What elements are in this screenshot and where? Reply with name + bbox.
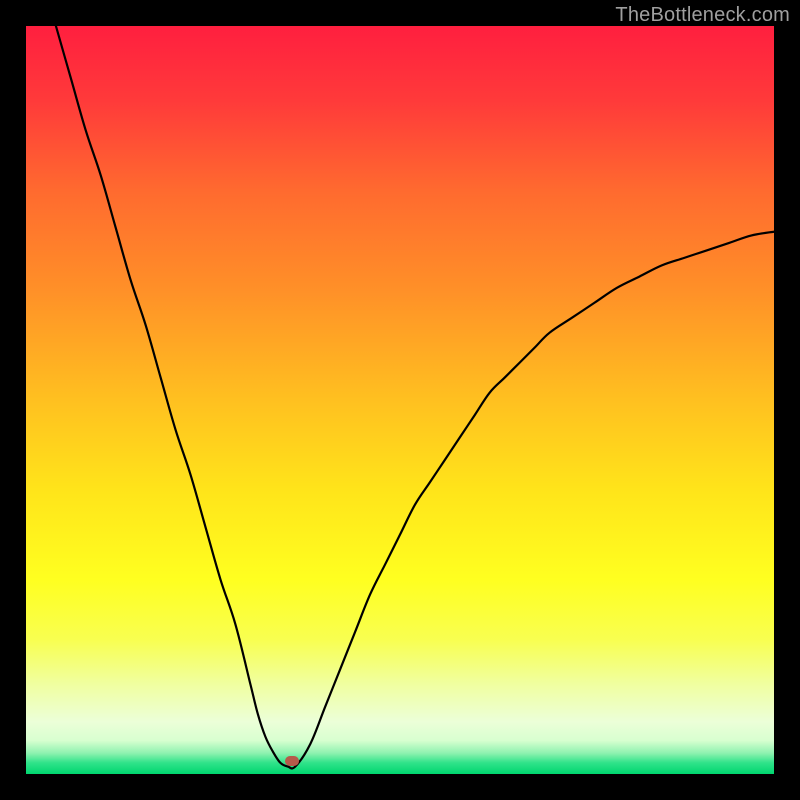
optimum-marker [285,756,299,766]
plot-area [26,26,774,774]
chart-frame: TheBottleneck.com [0,0,800,800]
watermark-text: TheBottleneck.com [615,4,790,27]
bottleneck-curve [26,26,774,774]
